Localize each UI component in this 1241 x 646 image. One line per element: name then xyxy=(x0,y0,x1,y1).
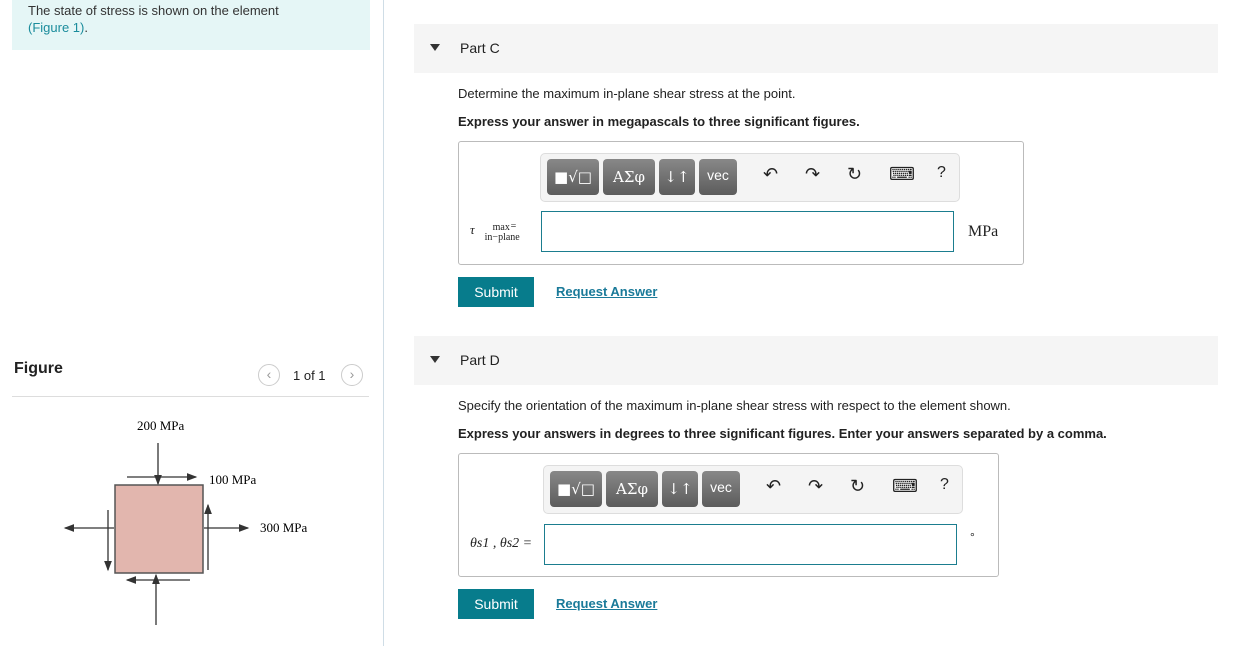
figure-divider xyxy=(12,396,369,397)
redo-icon[interactable]: ↷ xyxy=(805,164,820,185)
greek-button[interactable]: ΑΣφ xyxy=(606,471,658,507)
arrows-button[interactable]: ↓↑ xyxy=(662,471,698,507)
undo-icon[interactable]: ↶ xyxy=(766,476,781,497)
greek-button[interactable]: ΑΣφ xyxy=(603,159,655,195)
part-c-instruction: Express your answer in megapascals to th… xyxy=(458,114,860,129)
templates-button[interactable]: ■√□ xyxy=(550,471,602,507)
intro-suffix: . xyxy=(84,20,88,35)
part-d-question: Specify the orientation of the maximum i… xyxy=(458,398,1011,413)
keyboard-icon[interactable]: ⌨ xyxy=(892,476,918,497)
part-c-math-toolbar: ■√□ ΑΣφ ↓↑ vec ↶ ↷ ↻ ⌨ ? xyxy=(540,153,960,202)
prev-figure-button[interactable]: ‹ xyxy=(258,364,280,386)
unit-degree: ° xyxy=(970,530,975,544)
help-icon[interactable]: ? xyxy=(937,164,946,182)
redo-icon[interactable]: ↷ xyxy=(808,476,823,497)
label-200: 200 MPa xyxy=(137,418,185,433)
part-d-request-answer-link[interactable]: Request Answer xyxy=(556,596,657,611)
next-figure-button[interactable]: › xyxy=(341,364,363,386)
reset-icon[interactable]: ↻ xyxy=(850,476,865,497)
arrows-button[interactable]: ↓↑ xyxy=(659,159,695,195)
figure-link[interactable]: (Figure 1) xyxy=(28,20,84,35)
vec-button[interactable]: vec xyxy=(699,159,737,195)
shear-stress-input[interactable] xyxy=(541,211,954,252)
label-300: 300 MPa xyxy=(260,520,308,535)
intro-text: The state of stress is shown on the elem… xyxy=(28,3,279,18)
label-100: 100 MPa xyxy=(209,472,257,487)
collapse-triangle-icon xyxy=(430,356,440,363)
collapse-triangle-icon xyxy=(430,44,440,51)
help-icon[interactable]: ? xyxy=(940,476,949,494)
stress-element xyxy=(114,484,204,574)
part-c-request-answer-link[interactable]: Request Answer xyxy=(556,284,657,299)
part-c-question: Determine the maximum in-plane shear str… xyxy=(458,86,796,101)
problem-intro: The state of stress is shown on the elem… xyxy=(12,0,370,50)
theta-label: θs1 , θs2 = xyxy=(470,536,533,551)
figure-pager: 1 of 1 xyxy=(293,368,326,383)
part-d-submit-button[interactable]: Submit xyxy=(458,589,534,619)
orientation-input[interactable] xyxy=(544,524,957,565)
figure-title: Figure xyxy=(14,360,63,377)
templates-button[interactable]: ■√□ xyxy=(547,159,599,195)
part-c-header[interactable]: Part C xyxy=(414,24,1218,73)
stress-element-diagram: 200 MPa 100 MPa 300 MPa xyxy=(63,418,308,625)
part-c-title: Part C xyxy=(460,40,500,56)
panel-divider xyxy=(383,0,384,646)
undo-icon[interactable]: ↶ xyxy=(763,164,778,185)
tau-label: τ max = in−plane xyxy=(470,221,523,244)
tau-sub: in−plane xyxy=(484,232,520,243)
keyboard-icon[interactable]: ⌨ xyxy=(889,164,915,185)
unit-mpa: MPa xyxy=(968,223,999,240)
part-c-submit-button[interactable]: Submit xyxy=(458,277,534,307)
vec-button[interactable]: vec xyxy=(702,471,740,507)
part-d-instruction: Express your answers in degrees to three… xyxy=(458,426,1107,441)
part-d-title: Part D xyxy=(460,352,500,368)
part-d-math-toolbar: ■√□ ΑΣφ ↓↑ vec ↶ ↷ ↻ ⌨ ? xyxy=(543,465,963,514)
part-d-header[interactable]: Part D xyxy=(414,336,1218,385)
reset-icon[interactable]: ↻ xyxy=(847,164,862,185)
equals: = xyxy=(510,221,517,232)
